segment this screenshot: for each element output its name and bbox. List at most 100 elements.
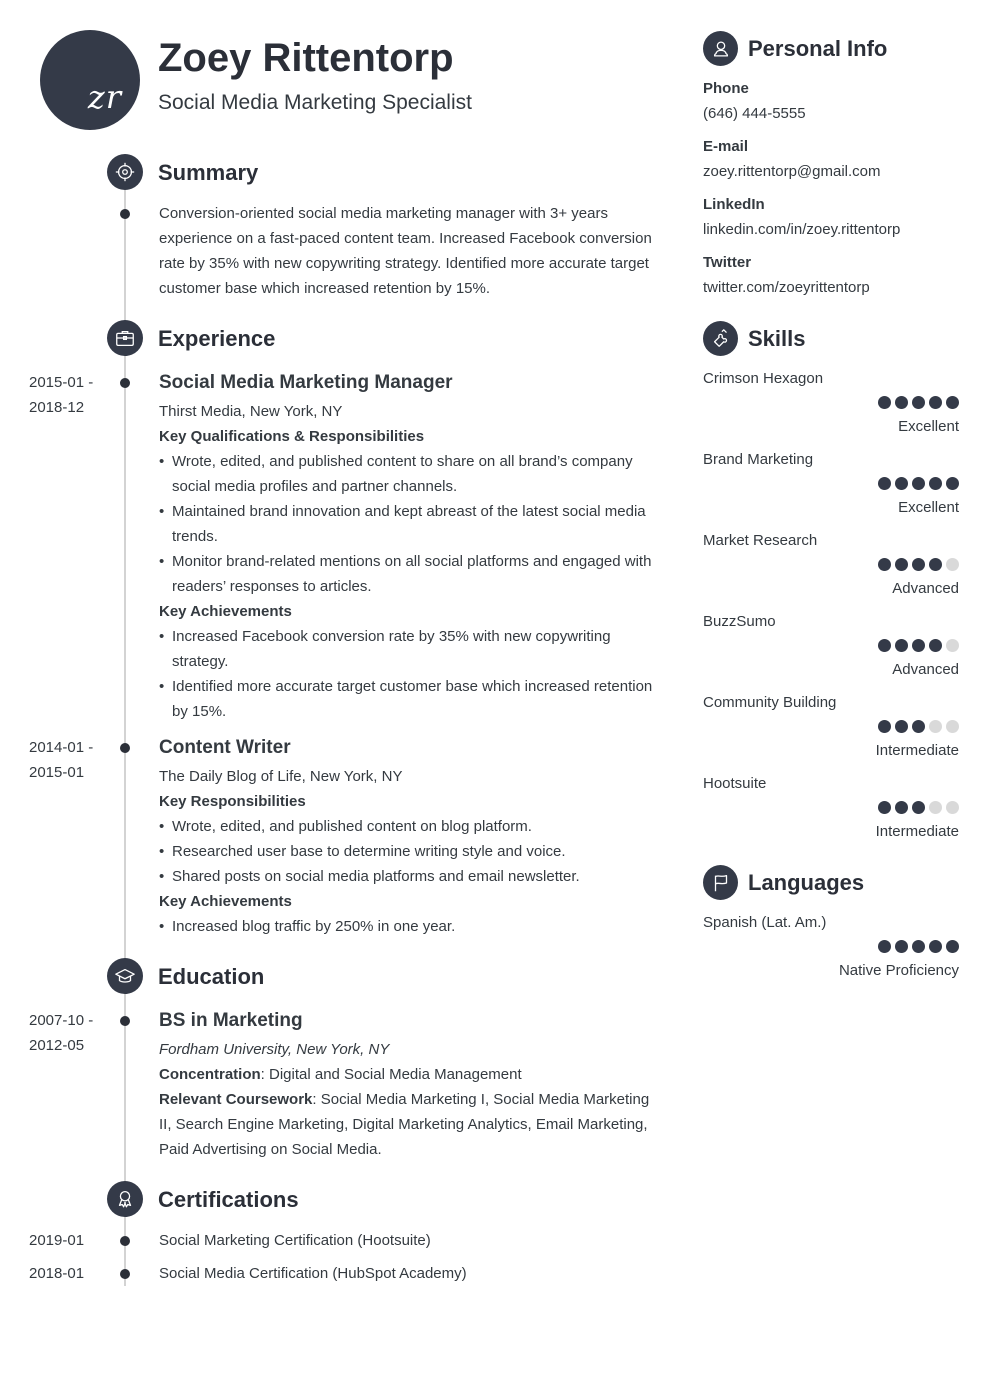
rating-dot-filled [878,477,891,490]
user-icon [703,31,738,66]
rating-dot-filled [929,477,942,490]
rating-dot-empty [946,720,959,733]
rating-dot-filled [946,940,959,953]
job-date-end: 2018-12 [29,399,85,416]
section-title-education: Education [158,964,265,989]
skill-level: Excellent [898,499,959,516]
list-item: Researched user base to determine writin… [159,839,659,864]
language-level: Native Proficiency [838,962,959,979]
rating-dot-filled [895,801,908,814]
rating-dot-filled [912,940,925,953]
education-entry: BS in Marketing Fordham University, New … [159,1008,659,1162]
rating-dot-filled [895,396,908,409]
phone-value[interactable]: (646) 444-5555 [703,105,806,122]
rating-dot-filled [878,558,891,571]
linkedin-label: LinkedIn [703,196,765,213]
candidate-title: Social Media Marketing Specialist [158,91,472,114]
phone-label: Phone [703,80,749,97]
rating-dot-filled [929,639,942,652]
rating-dot-filled [895,639,908,652]
concentration-value: : Digital and Social Media Management [260,1066,522,1083]
education-date-start: 2007-10 - [29,1012,94,1029]
rating-dot-filled [878,801,891,814]
rating-dot-empty [929,801,942,814]
skill-name: Hootsuite [703,775,767,792]
rating-dot-filled [929,558,942,571]
rating-dot-filled [929,940,942,953]
certification-date: 2019-01 [29,1232,85,1249]
graduation-cap-icon [107,958,143,994]
skill-rating [878,477,959,490]
school-name: Fordham University, New York, NY [159,1041,390,1058]
briefcase-icon [107,320,143,356]
skill-name: Brand Marketing [703,451,814,468]
flag-icon [703,865,738,900]
language-rating [878,940,959,953]
section-title-skills: Skills [748,326,806,351]
section-title-summary: Summary [158,160,259,185]
linkedin-value[interactable]: linkedin.com/in/zoey.rittentorp [703,221,900,238]
twitter-value[interactable]: twitter.com/zoeyrittentorp [703,279,870,296]
timeline-dot [120,1269,130,1279]
avatar: zr [40,30,140,130]
target-icon [107,154,143,190]
skill-level: Intermediate [875,742,959,759]
degree-title: BS in Marketing [159,1010,303,1031]
list-item: Shared posts on social media platforms a… [159,864,659,889]
job-company: Thirst Media, New York, NY [159,403,343,420]
skill-level: Excellent [898,418,959,435]
skill-level: Intermediate [875,823,959,840]
certification-name: Social Marketing Certification (Hootsuit… [159,1232,431,1249]
responsibilities-list: Wrote, edited, and published content on … [159,814,659,889]
rating-dot-filled [895,558,908,571]
rating-dot-filled [946,396,959,409]
skill-name: Crimson Hexagon [703,370,824,387]
rating-dot-empty [929,720,942,733]
timeline-dot [120,1016,130,1026]
job-date-end: 2015-01 [29,764,85,781]
skill-level: Advanced [892,661,959,678]
certification-date: 2018-01 [29,1265,85,1282]
job-company: The Daily Blog of Life, New York, NY [159,768,403,785]
concentration-label: Concentration [159,1066,261,1083]
skill-rating [878,639,959,652]
coursework-label: Relevant Coursework [159,1091,313,1108]
list-item: Wrote, edited, and published content to … [159,449,659,499]
coursework: Relevant Coursework: Social Media Market… [159,1087,659,1162]
section-title-languages: Languages [748,870,865,895]
skill-rating [878,720,959,733]
email-value[interactable]: zoey.rittentorp@gmail.com [703,163,881,180]
skill-rating [878,396,959,409]
education-date-end: 2012-05 [29,1037,85,1054]
rating-dot-filled [912,396,925,409]
skill-name: Market Research [703,532,818,549]
rating-dot-filled [912,639,925,652]
list-item: Monitor brand-related mentions on all so… [159,549,659,599]
skill-level: Advanced [892,580,959,597]
achievements-heading: Key Achievements [159,893,292,910]
skill-name: BuzzSumo [703,613,776,630]
responsibilities-list: Wrote, edited, and published content to … [159,449,659,599]
rating-dot-filled [912,720,925,733]
list-item: Increased blog traffic by 250% in one ye… [159,914,659,939]
job-date: 2015-01 - 2018-12 [29,370,109,420]
timeline-dot [120,743,130,753]
rating-dot-empty [946,801,959,814]
skill-rating [878,801,959,814]
responsibilities-heading: Key Qualifications & Responsibilities [159,428,425,445]
achievements-list: Increased blog traffic by 250% in one ye… [159,914,659,939]
rating-dot-empty [946,558,959,571]
job-title: Social Media Marketing Manager [159,372,453,393]
job-date-start: 2015-01 - [29,374,94,391]
list-item: Increased Facebook conversion rate by 35… [159,624,659,674]
section-title-personal-info: Personal Info [748,36,888,61]
rating-dot-filled [878,396,891,409]
rating-dot-filled [946,477,959,490]
certification-name: Social Media Certification (HubSpot Acad… [159,1265,467,1282]
timeline-dot [120,378,130,388]
concentration: Concentration: Digital and Social Media … [159,1062,659,1087]
puzzle-piece-icon [703,321,738,356]
rating-dot-empty [946,639,959,652]
timeline-dot [120,1236,130,1246]
rating-dot-filled [878,639,891,652]
